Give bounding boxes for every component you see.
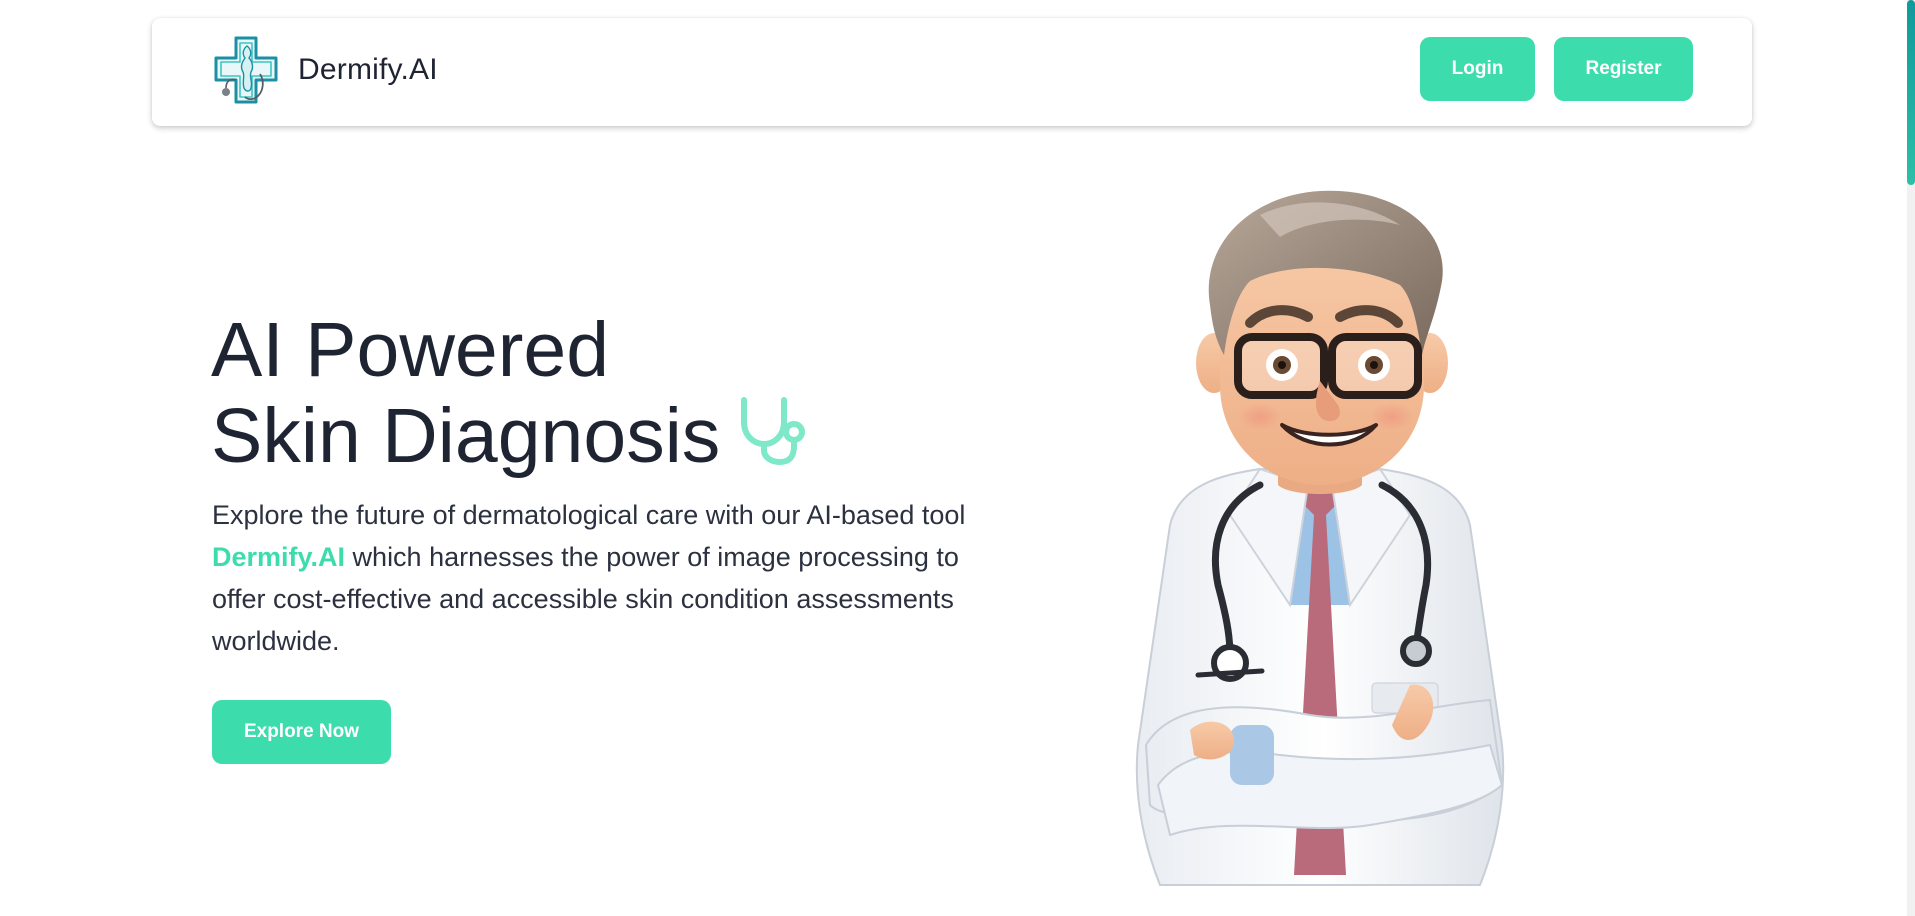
navbar: Dermify.AI Login Register [152,18,1752,126]
medical-cross-logo-icon [214,36,278,104]
brand-highlight: Dermify.AI [212,542,346,572]
hero-title-line2-wrap: Skin Diagnosis [211,393,808,479]
hero-description: Explore the future of dermatological car… [212,494,982,662]
hero-title-line2: Skin Diagnosis [211,393,721,479]
scrollbar-track[interactable] [1907,0,1915,916]
stethoscope-icon [741,397,806,465]
brand-name: Dermify.AI [298,53,438,86]
brand[interactable]: Dermify.AI [212,34,438,106]
landing-page: Dermify.AI Login Register AI Powered Ski… [0,0,1915,916]
explore-now-button[interactable]: Explore Now [212,700,391,764]
scrollbar-thumb[interactable] [1907,0,1915,185]
hero-title: AI Powered Skin Diagnosis [211,307,808,479]
doctor-illustration [1135,190,1505,886]
register-button[interactable]: Register [1554,37,1693,101]
hero-title-line1: AI Powered [211,307,610,393]
login-button[interactable]: Login [1420,37,1535,101]
hero-description-text: Explore the future of dermatological car… [212,500,966,530]
